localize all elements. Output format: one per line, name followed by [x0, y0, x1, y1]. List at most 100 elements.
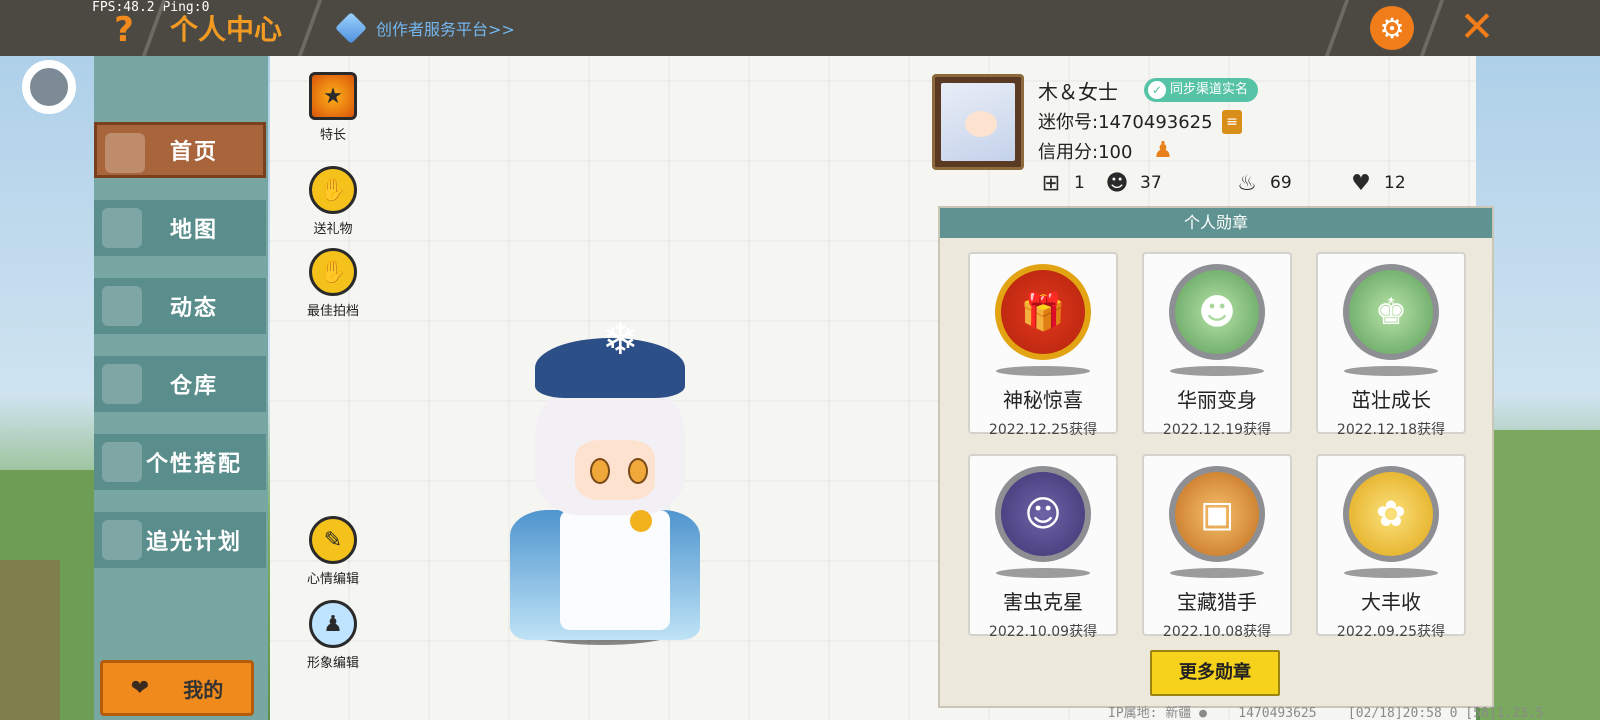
- harvest-medal-icon: ✿: [1343, 466, 1439, 562]
- sidebar-item-label: 仓库: [169, 374, 218, 399]
- frog-king-medal-icon: ♚: [1343, 264, 1439, 360]
- avatar[interactable]: [932, 74, 1024, 170]
- copy-icon[interactable]: ≡: [1222, 110, 1242, 134]
- sidebar-item-plan[interactable]: 追光计划: [94, 512, 266, 568]
- medal-date: 2022.10.08获得: [1162, 624, 1272, 640]
- best-partner-action[interactable]: ✋ 最佳拍档: [293, 248, 373, 319]
- sidebar-item-activity[interactable]: 动态: [94, 278, 266, 334]
- medal-name: 华丽变身: [1177, 388, 1257, 412]
- footer-info: IP属地: 新疆 ● 1470493625 [02/18]20:58 0 [58…: [1108, 702, 1544, 720]
- credit-info-icon[interactable]: ♟: [1150, 138, 1176, 164]
- sidebar-item-home[interactable]: 首页: [94, 122, 266, 178]
- medal-date: 2022.09.25获得: [1336, 624, 1446, 640]
- my-button-label: 我的: [183, 677, 224, 702]
- friends-stat[interactable]: ⊞ 1: [1038, 168, 1085, 198]
- background-hill: [1480, 430, 1600, 720]
- dinosaur-medal-icon: ☻: [1169, 264, 1265, 360]
- close-icon[interactable]: ✕: [1454, 4, 1500, 50]
- sidebar-item-label: 追光计划: [145, 530, 242, 555]
- talent-icon: ★: [309, 72, 357, 120]
- player-name: 木＆女士: [1038, 80, 1118, 104]
- map-icon: [102, 208, 142, 248]
- medal-card[interactable]: ✿ 大丰收 2022.09.25获得: [1316, 454, 1466, 640]
- medal-date: 2022.12.19获得: [1162, 422, 1272, 438]
- medal-date: 2022.12.25获得: [988, 422, 1098, 438]
- medal-card[interactable]: ☺ 害虫克星 2022.10.09获得: [968, 454, 1118, 640]
- medal-name: 茁壮成长: [1351, 388, 1431, 412]
- medal-name: 害虫克星: [1003, 590, 1083, 614]
- stat-value: 12: [1384, 173, 1406, 193]
- snowflake-icon: ❄: [602, 314, 639, 365]
- floating-menu-button[interactable]: [22, 60, 76, 114]
- action-label: 心情编辑: [306, 572, 359, 587]
- medal-date: 2022.12.18获得: [1336, 422, 1446, 438]
- medal-card[interactable]: ♚ 茁壮成长 2022.12.18获得: [1316, 252, 1466, 438]
- sidebar-item-map[interactable]: 地图: [94, 200, 266, 256]
- mood-edit-action[interactable]: ✎ 心情编辑: [293, 516, 373, 587]
- top-bar: FPS:48.2 Ping:0 ? 个人中心 创作者服务平台>> ⚙ ✕: [0, 0, 1600, 56]
- credit-score: 信用分:100: [1038, 142, 1133, 163]
- creator-platform-link[interactable]: 创作者服务平台>>: [335, 12, 515, 44]
- divider: [1419, 0, 1445, 56]
- appearance-edit-action[interactable]: ♟ 形象编辑: [293, 600, 373, 671]
- likes-stat[interactable]: ♥ 12: [1348, 168, 1406, 198]
- background-block: [0, 560, 60, 720]
- ip-location: IP属地: 新疆: [1108, 706, 1192, 720]
- edit-icon: ✎: [309, 516, 357, 564]
- question-icon[interactable]: ?: [104, 10, 144, 50]
- sidebar-item-label: 首页: [169, 140, 218, 165]
- stat-value: 69: [1270, 173, 1292, 193]
- creator-platform-label: 创作者服务平台>>: [376, 20, 515, 39]
- medal-name: 宝藏猎手: [1177, 590, 1257, 614]
- heart-icon: ❤: [130, 675, 150, 701]
- page-title: 个人中心: [170, 13, 283, 46]
- mini-id: 迷你号:1470493625: [1038, 112, 1213, 133]
- action-label: 特长: [319, 128, 346, 143]
- worm-medal-icon: ☺: [995, 466, 1091, 562]
- treasure-medal-icon: ▣: [1169, 466, 1265, 562]
- sidebar-item-warehouse[interactable]: 仓库: [94, 356, 266, 412]
- medal-name: 神秘惊喜: [1003, 388, 1083, 412]
- home-icon: [105, 133, 145, 173]
- fire-icon: ♨: [1237, 170, 1257, 196]
- sidebar-item-outfit[interactable]: 个性搭配: [94, 434, 266, 490]
- real-name-badge-label: 同步渠道实名: [1170, 82, 1249, 97]
- account-id: 1470493625: [1238, 706, 1317, 720]
- medal-panel: 个人勋章 🎁 神秘惊喜 2022.12.25获得 ☻ 华丽变身 2022.12.…: [938, 206, 1494, 708]
- gift-icon: ✋: [309, 166, 357, 214]
- talent-action[interactable]: ★ 特长: [293, 72, 373, 143]
- sidebar-item-label: 动态: [169, 296, 218, 321]
- action-label: 送礼物: [313, 222, 353, 237]
- cube-icon: [335, 12, 367, 44]
- user-check-icon: ✓: [1148, 81, 1166, 99]
- character-model[interactable]: ❄: [440, 300, 730, 670]
- divider: [297, 0, 323, 56]
- build-timestamp: [02/18]20:58 0 [58]1.23.5: [1347, 706, 1544, 720]
- cheer-stat[interactable]: ☻ 37: [1104, 168, 1162, 198]
- real-name-badge[interactable]: ✓ 同步渠道实名: [1144, 78, 1259, 102]
- medal-card[interactable]: ▣ 宝藏猎手 2022.10.08获得: [1142, 454, 1292, 640]
- stat-value: 1: [1074, 173, 1085, 193]
- bell-icon: [630, 510, 652, 532]
- medal-panel-title: 个人勋章: [940, 208, 1492, 238]
- outfit-icon: [102, 442, 142, 482]
- action-label: 形象编辑: [306, 656, 359, 671]
- heart-icon: ♥: [1351, 170, 1371, 196]
- handshake-icon: ✋: [309, 248, 357, 296]
- more-medals-button[interactable]: 更多勋章: [1150, 650, 1280, 696]
- divider: [1324, 0, 1350, 56]
- add-friend-icon: ⊞: [1041, 170, 1061, 196]
- medal-card[interactable]: ☻ 华丽变身 2022.12.19获得: [1142, 252, 1292, 438]
- popularity-stat[interactable]: ♨ 69: [1234, 168, 1292, 198]
- medal-name: 大丰收: [1361, 590, 1421, 614]
- sidebar-item-label: 个性搭配: [145, 452, 242, 477]
- outfit-edit-icon: ♟: [309, 600, 357, 648]
- sidebar: 首页 地图 动态 仓库 个性搭配 追光计划: [94, 56, 268, 720]
- warehouse-icon: [102, 364, 142, 404]
- send-gift-action[interactable]: ✋ 送礼物: [293, 166, 373, 237]
- action-label: 最佳拍档: [306, 304, 359, 319]
- gear-icon[interactable]: ⚙: [1370, 6, 1414, 50]
- info-icon: ●: [1199, 706, 1207, 720]
- medal-card[interactable]: 🎁 神秘惊喜 2022.12.25获得: [968, 252, 1118, 438]
- my-button[interactable]: ❤ 我的: [100, 660, 254, 716]
